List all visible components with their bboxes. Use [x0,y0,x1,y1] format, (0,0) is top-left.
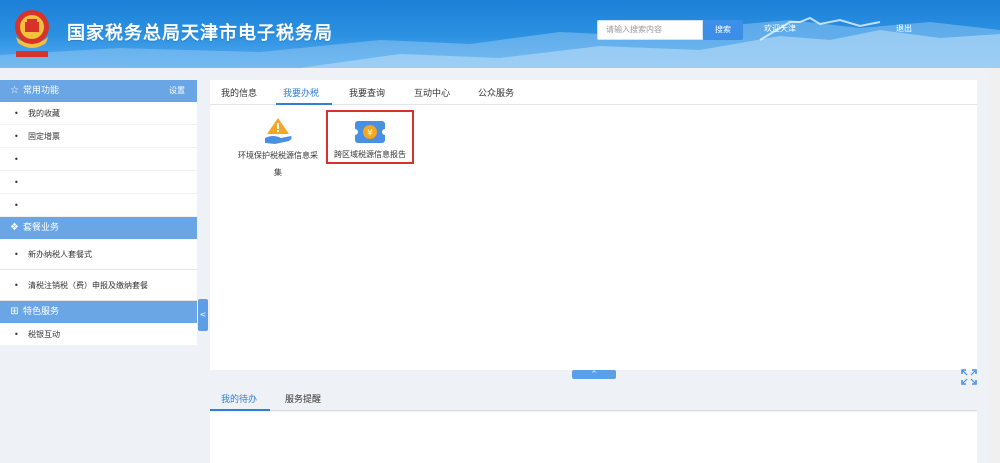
special-services-header[interactable]: ⊞ 特色服务 [0,301,197,323]
left-sidebar: ☆ 常用功能 设置 • 我的收藏 • 固定增票 • • • ❖ 套餐业务 • 新办纳税人套… [0,80,197,346]
special-services-title: 特色服务 [23,307,60,317]
main-tabs: 我的信息 我要办税 我要查询 互动中心 公众服务 [210,80,977,105]
tile-label-line2: 集 [274,168,282,177]
search-input[interactable]: 请输入搜索内容 [597,20,703,40]
logout-link[interactable]: 退出 [896,23,912,34]
settings-link[interactable]: 设置 [169,80,185,102]
package-services-list: • 新办纳税人套餐式 • 清税注销税（费）申报及缴纳套餐 [0,239,197,301]
package-services-title: 套餐业务 [23,223,60,233]
active-tab-indicator [276,103,332,105]
star-icon: ☆ [10,85,19,96]
svg-text:¥: ¥ [367,129,373,139]
common-functions-title: 常用功能 [23,86,60,96]
national-emblem-logo [15,10,49,57]
todo-content [210,412,977,463]
list-item[interactable]: • 清税注销税（费）申报及缴纳套餐 [0,270,197,301]
list-item[interactable]: • [0,148,197,171]
list-item[interactable]: • 我的收藏 [0,102,197,125]
active-tab-indicator [210,409,270,411]
tab-interaction[interactable]: 互动中心 [414,86,450,99]
cross-region-tax-report-tile[interactable]: ¥ 跨区域税源信息报告 [326,110,414,164]
tile-label: 跨区域税源信息报告 [334,150,406,159]
list-item[interactable]: • [0,194,197,217]
sidebar-collapse-button[interactable]: < [198,299,208,331]
tab-my-info[interactable]: 我的信息 [221,86,257,99]
welcome-text: 欢迎天津 [764,24,796,33]
tab-public-service[interactable]: 公众服务 [478,86,514,99]
bottom-tabs: 我的待办 服务提醒 [210,385,977,411]
tab-my-todo[interactable]: 我的待办 [221,392,257,405]
site-header: 国家税务总局天津市电子税务局 请输入搜索内容 搜索 欢迎天津 退出 [0,0,1000,68]
common-functions-list: • 我的收藏 • 固定增票 • • • [0,102,197,217]
list-item[interactable]: • [0,171,197,194]
main-panel: 我的信息 我要办税 我要查询 互动中心 公众服务 环境保护税税源信息采 集 ¥ [210,80,977,370]
search-button[interactable]: 搜索 [703,20,743,40]
special-services-list: • 税银互动 [0,323,197,346]
yuan-ticket-icon: ¥ [352,117,388,147]
site-title: 国家税务总局天津市电子税务局 [67,23,333,44]
package-services-header[interactable]: ❖ 套餐业务 [0,217,197,239]
common-functions-header[interactable]: ☆ 常用功能 设置 [0,80,197,102]
fullscreen-icon[interactable] [961,369,977,385]
list-item[interactable]: • 税银互动 [0,323,197,346]
bottom-panel: 我的待办 服务提醒 [210,385,977,463]
list-item[interactable]: • 固定增票 [0,125,197,148]
grid-icon: ⊞ [10,306,19,317]
collapse-up-button[interactable]: ^ [572,370,616,379]
tile-label-line1: 环境保护税税源信息采 [238,151,318,160]
warning-hand-icon [261,116,295,146]
tab-tax-handling[interactable]: 我要办税 [283,86,319,99]
env-tax-source-tile[interactable]: 环境保护税税源信息采 集 [230,116,326,181]
tab-query[interactable]: 我要查询 [349,86,385,99]
list-item[interactable]: • 新办纳税人套餐式 [0,239,197,270]
layers-icon: ❖ [10,222,19,233]
tab-service-reminder[interactable]: 服务提醒 [285,392,321,405]
page-scrollbar[interactable] [989,68,1000,463]
